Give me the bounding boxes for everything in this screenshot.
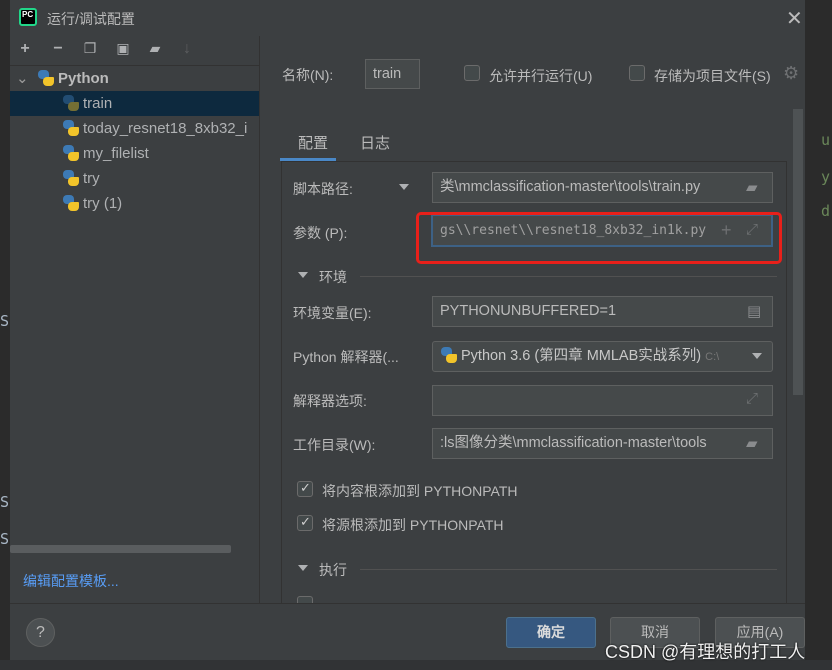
copy-icon[interactable]: ❐ xyxy=(80,40,100,57)
document-icon[interactable]: ▤ xyxy=(747,302,761,320)
script-path-input[interactable]: 类\mmclassification-master\tools\train.py xyxy=(432,172,773,203)
partial-checkbox[interactable] xyxy=(297,596,313,603)
editor-fragment: S xyxy=(0,493,10,511)
add-content-roots-label: 将内容根添加到 PYTHONPATH xyxy=(322,483,518,499)
chevron-down-icon[interactable] xyxy=(752,353,762,359)
gear-icon[interactable]: ⚙ xyxy=(783,63,799,84)
interpreter-select[interactable]: Python 3.6 (第四章 MMLAB实战系列) C:\ xyxy=(432,341,773,372)
python-icon xyxy=(63,95,79,111)
add-source-roots-checkbox[interactable] xyxy=(297,514,313,531)
expand-icon[interactable]: ⤢ xyxy=(746,390,758,407)
python-icon xyxy=(63,195,79,211)
highlight-box xyxy=(416,212,782,264)
name-input[interactable]: train xyxy=(365,59,420,89)
pycharm-logo-icon: PC xyxy=(19,8,37,26)
env-vars-input[interactable]: PYTHONUNBUFFERED=1 xyxy=(432,296,773,327)
python-icon xyxy=(63,170,79,186)
env-collapse-icon[interactable] xyxy=(298,272,308,278)
exec-section-title: 执行 xyxy=(319,562,347,578)
dialog-title: 运行/调试配置 xyxy=(47,11,135,27)
tree-item[interactable]: train xyxy=(10,91,259,116)
edit-templates-link[interactable]: 编辑配置模板... xyxy=(23,571,119,591)
folder-icon[interactable]: ▰ xyxy=(746,178,758,196)
interpreter-options-label: 解释器选项: xyxy=(293,393,367,409)
working-dir-input[interactable]: :ls图像分类\mmclassification-master\tools xyxy=(432,428,773,459)
new-folder-icon[interactable]: ▰ xyxy=(145,40,165,57)
interpreter-label: Python 解释器(... xyxy=(293,349,399,365)
python-icon xyxy=(63,120,79,136)
allow-parallel-label: 允许并行运行(U) xyxy=(489,68,593,84)
tree-group-python[interactable]: ⌄ Python xyxy=(10,66,259,91)
allow-parallel-checkbox[interactable] xyxy=(464,65,480,81)
params-label: 参数 (P): xyxy=(293,225,348,241)
save-icon[interactable]: ▣ xyxy=(113,40,133,57)
python-icon xyxy=(441,347,457,363)
interpreter-options-input[interactable] xyxy=(432,385,773,416)
tab-logs[interactable]: 日志 xyxy=(360,132,390,153)
editor-fragment: y xyxy=(821,168,831,186)
add-icon[interactable]: + xyxy=(15,40,35,58)
store-as-file-label: 存储为项目文件(S) xyxy=(654,68,771,84)
ok-button[interactable]: 确定 xyxy=(506,617,596,648)
close-icon[interactable]: ✕ xyxy=(786,6,803,31)
watermark: CSDN @有理想的打工人 xyxy=(605,642,806,662)
tree-item[interactable]: try (1) xyxy=(10,191,259,216)
working-dir-label: 工作目录(W): xyxy=(293,437,376,453)
sort-icon[interactable]: ↓ xyxy=(177,40,197,58)
folder-icon[interactable]: ▰ xyxy=(746,434,758,452)
script-path-label: 脚本路径: xyxy=(293,181,353,197)
editor-fragment: d xyxy=(821,202,831,220)
tab-config[interactable]: 配置 xyxy=(298,132,328,153)
editor-fragment: S xyxy=(0,312,10,330)
splitter[interactable] xyxy=(259,36,260,603)
env-vars-label: 环境变量(E): xyxy=(293,305,372,321)
run-debug-config-dialog: PC 运行/调试配置 ✕ + − ❐ ▣ ▰ ↓ ⌄ Python train t… xyxy=(10,0,805,660)
editor-fragment: S xyxy=(0,530,10,548)
python-icon xyxy=(38,70,54,86)
tree-item[interactable]: today_resnet18_8xb32_i xyxy=(10,116,259,141)
env-section-title: 环境 xyxy=(319,269,347,285)
add-content-roots-checkbox[interactable] xyxy=(297,480,313,497)
tree-horizontal-scrollbar[interactable] xyxy=(10,545,231,553)
store-as-file-checkbox[interactable] xyxy=(629,65,645,81)
add-source-roots-label: 将源根添加到 PYTHONPATH xyxy=(322,517,504,533)
python-icon xyxy=(63,145,79,161)
panel-scrollbar[interactable] xyxy=(793,109,803,395)
exec-collapse-icon[interactable] xyxy=(298,565,308,571)
tree-item[interactable]: my_filelist xyxy=(10,141,259,166)
tree-item[interactable]: try xyxy=(10,166,259,191)
script-type-dropdown-icon[interactable] xyxy=(399,184,409,190)
help-button[interactable]: ? xyxy=(26,618,55,647)
remove-icon[interactable]: − xyxy=(48,40,68,58)
editor-fragment: u xyxy=(821,131,831,149)
name-label: 名称(N): xyxy=(282,67,334,83)
